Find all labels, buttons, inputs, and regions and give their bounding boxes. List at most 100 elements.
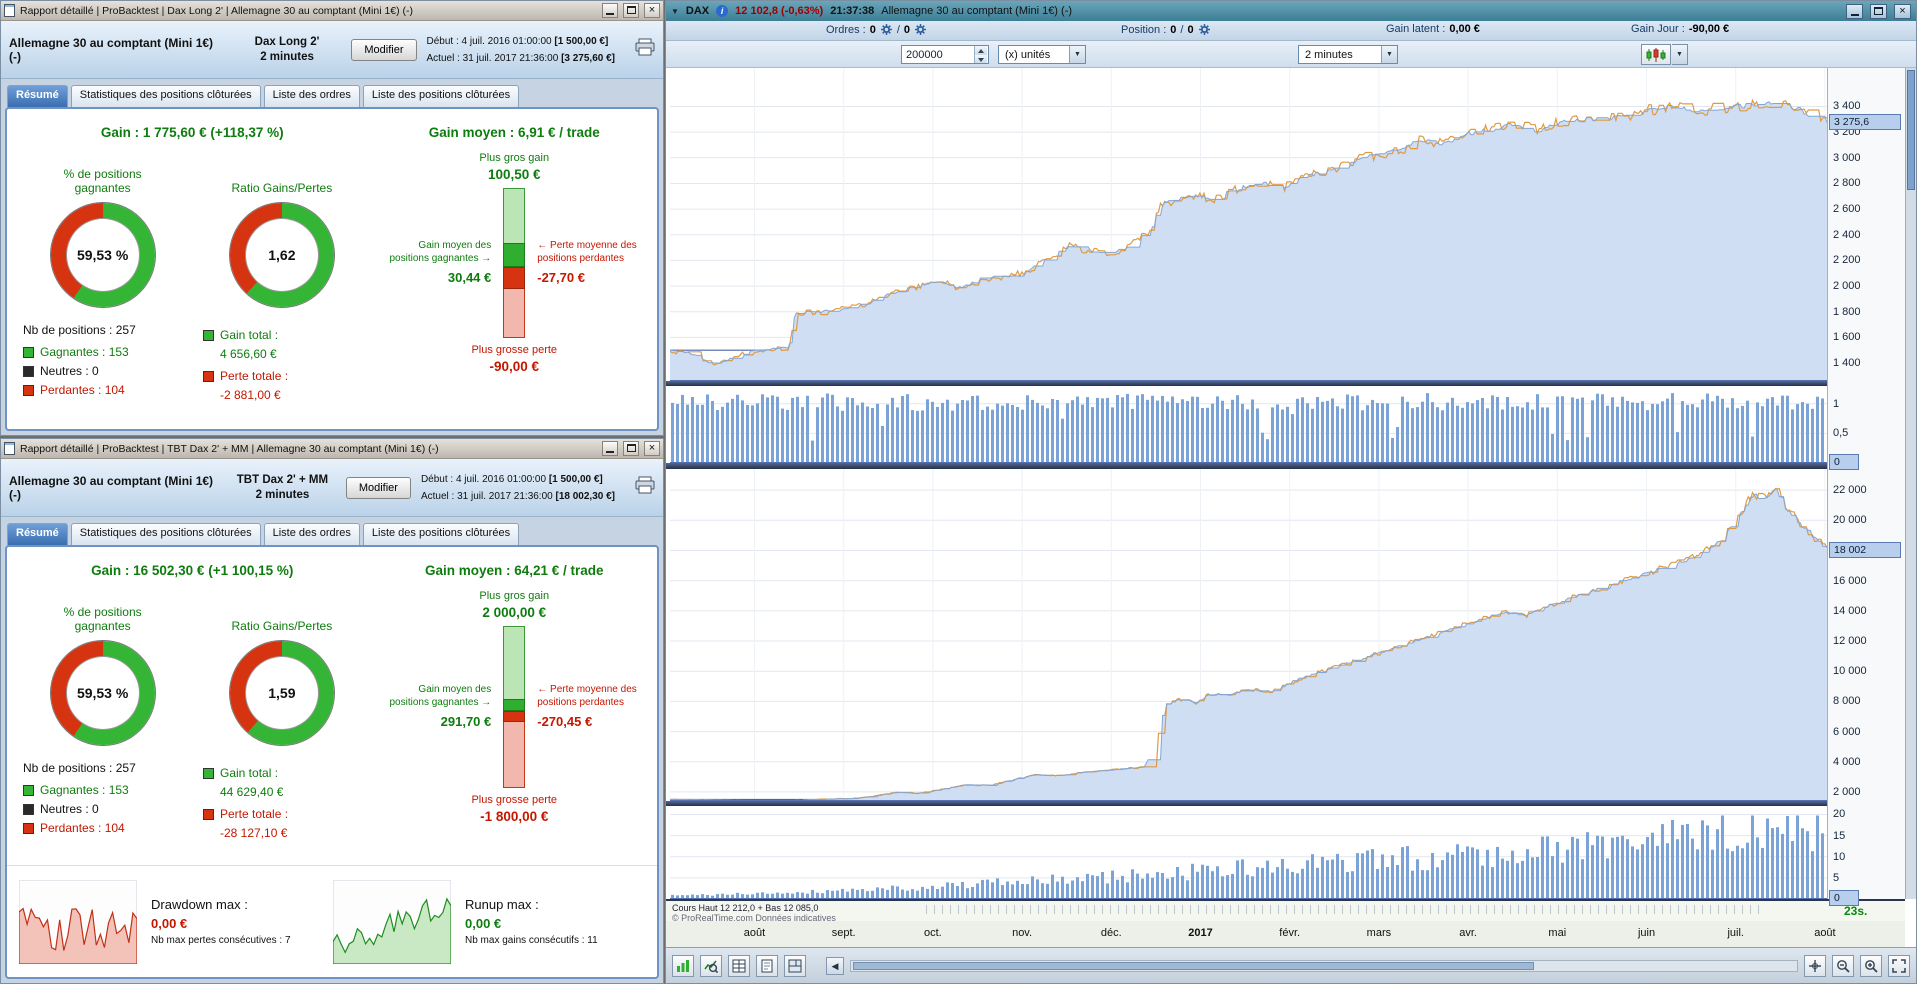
last-price: 12 102,8 (-0,63%) [735,5,824,17]
timeframe-select[interactable]: 2 minutes ▼ [1298,45,1398,64]
equity-chart[interactable] [670,469,1827,801]
minimize-button[interactable] [602,3,618,18]
gain-swatch [203,767,214,779]
modify-button[interactable]: Modifier [351,38,417,61]
tab-resume[interactable]: Résumé [7,85,68,107]
tab-liste-positions[interactable]: Liste des positions clôturées [362,523,520,545]
y-axis-label: 4 000 [1833,755,1861,768]
losers-swatch [23,384,34,396]
print-icon[interactable] [635,476,655,499]
vertical-scrollbar[interactable] [1905,68,1916,899]
crosshair-icon[interactable] [1804,954,1826,977]
price-chart-panel-1[interactable] [670,68,1827,381]
maximize-button[interactable] [623,441,639,456]
y-axis-label: 10 [1833,850,1846,863]
positions-count: Nb de positions : 257 [23,323,136,337]
y-axis-label: 2 400 [1833,228,1861,241]
price-chart-panel-2[interactable] [670,469,1827,801]
clock: 21:37:38 [830,5,875,17]
horizontal-scrollbar[interactable] [850,959,1798,972]
unit-select[interactable]: (x) unités ▼ [998,45,1086,64]
close-button[interactable]: × [644,3,660,18]
price-info: Cours Haut 12 212,0 + Bas 12 085,0 [672,903,819,913]
x-axis-label: nov. [1012,927,1033,939]
chart-style-button[interactable] [1641,44,1671,65]
timeframe-icon[interactable] [672,954,694,977]
volume-panel-1[interactable] [670,386,1827,463]
report-tabbar: Résumé Statistiques des positions clôtur… [1,517,663,545]
winners-swatch [23,346,34,358]
volume-chart[interactable] [670,806,1827,899]
backtest-report-window-2: Rapport détaillé | ProBacktest | TBT Dax… [0,438,664,984]
maximize-button[interactable] [623,3,639,18]
tab-resume[interactable]: Résumé [7,523,68,545]
y-axis-label: 2 000 [1833,785,1861,798]
volume-panel-2[interactable] [670,806,1827,899]
gain-average-line: Gain moyen : 64,21 € / trade [424,563,604,578]
scrollbar-thumb[interactable] [1907,70,1915,190]
position-status: Position : 0 / 0 [1121,23,1211,36]
zoom-out-icon[interactable] [1832,954,1854,977]
average-win: Gain moyen des positions gagnantes → 30,… [389,240,492,286]
arrow-right-icon: → [481,252,492,264]
quantity-input[interactable] [902,46,974,63]
zoom-in-icon[interactable] [1860,954,1882,977]
close-button[interactable]: × [1894,3,1911,19]
chevron-down-icon[interactable]: ▼ [1381,46,1397,63]
average-loss: ← Perte moyenne des positions perdantes … [537,240,637,286]
minimize-button[interactable] [1846,3,1863,19]
runup-value: 0,00 € [465,916,502,931]
legend-losers: Perdantes : 104 [23,821,203,835]
window-titlebar: Rapport détaillé | ProBacktest | TBT Dax… [1,439,663,459]
print-icon[interactable] [635,38,655,61]
tab-liste-ordres[interactable]: Liste des ordres [263,523,360,545]
instrument-dropdown-icon[interactable]: ▼ [671,7,679,16]
scroll-left-button[interactable]: ◀ [826,956,844,975]
chart-bottom-toolbar: ◀ [666,947,1916,983]
y-axis-label: 3 000 [1833,151,1861,164]
tab-liste-ordres[interactable]: Liste des ordres [263,85,360,107]
gain-total-line: Gain : 1 775,60 € (+118,37 %) [100,125,284,140]
x-axis-label: sept. [831,927,856,939]
drawdown-chart [18,879,138,965]
y-axis-label: 20 [1833,808,1846,821]
tab-liste-positions[interactable]: Liste des positions clôturées [362,85,520,107]
win-rate-value: 59,53 % [76,247,129,263]
gain-average-line: Gain moyen : 6,91 € / trade [428,125,600,140]
avg-loss-bar [503,267,526,289]
layout-icon[interactable] [784,954,806,977]
minimize-button[interactable] [602,441,618,456]
backtest-period: Début : 4 juil. 2016 01:00:00 [1 500,00 … [426,35,616,64]
winners-swatch [23,784,34,796]
biggest-loss: Plus grosse perte -1 800,00 € [471,793,558,824]
info-icon[interactable]: i [716,5,729,17]
loss-total-value: -2 881,00 € [220,388,281,402]
close-button[interactable]: × [644,441,660,456]
tab-statistiques[interactable]: Statistiques des positions clôturées [70,523,261,545]
gain-total-value: 4 656,60 € [220,347,277,361]
gear-icon[interactable] [880,23,893,36]
chevron-down-icon[interactable]: ▼ [1672,44,1688,65]
scrollbar-thumb[interactable] [853,961,1535,970]
volume-chart[interactable] [670,386,1827,463]
average-loss: ← Perte moyenne des positions perdantes … [537,684,637,730]
y-axis-label: 12 000 [1833,635,1867,648]
loss-total-label: Perte totale : [203,369,371,383]
expand-icon[interactable] [1888,954,1910,977]
tab-statistiques[interactable]: Statistiques des positions clôturées [70,85,261,107]
gear-icon[interactable] [1198,23,1211,36]
table-icon[interactable] [728,954,750,977]
chevron-down-icon[interactable]: ▼ [1069,46,1085,63]
biggest-gain: Plus gros gain 2 000,00 € [479,590,550,620]
time-axis[interactable]: août sept. oct. nov. déc. 2017 févr. mars avr. ma… [666,921,1905,947]
y-axis-label: 0,5 [1833,427,1849,440]
equity-chart[interactable] [670,68,1827,381]
notes-icon[interactable] [756,954,778,977]
y-axis-label: 14 000 [1833,604,1867,617]
quantity-stepper[interactable] [974,46,987,63]
gear-icon[interactable] [914,23,927,36]
chart-search-icon[interactable] [700,954,722,977]
biggest-loss: Plus grosse perte -90,00 € [471,343,558,374]
modify-button[interactable]: Modifier [345,476,411,499]
maximize-button[interactable] [1870,3,1887,19]
